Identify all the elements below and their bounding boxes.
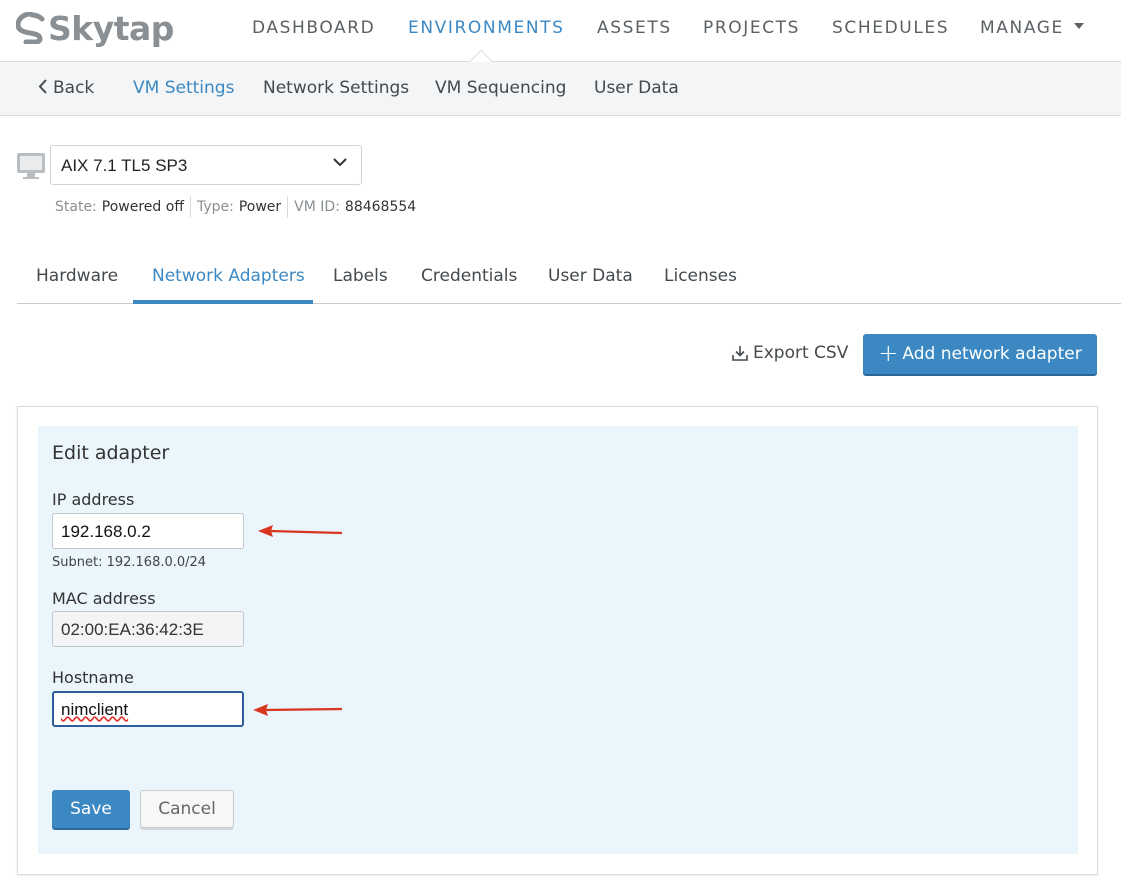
back-label: Back [53, 78, 95, 98]
meta-divider [287, 196, 289, 218]
export-csv-button[interactable]: Export CSV [731, 343, 848, 363]
mac-address-field: 02:00:EA:36:42:3E [52, 611, 244, 647]
sub-nav: Back VM Settings Network Settings VM Seq… [0, 62, 1121, 116]
meta-divider [189, 196, 191, 218]
add-network-adapter-button[interactable]: + Add network adapter [863, 334, 1097, 374]
subnav-user-data[interactable]: User Data [594, 78, 679, 98]
download-icon [732, 346, 748, 361]
brand-name: Skytap [48, 8, 174, 48]
mac-address-label: MAC address [52, 589, 156, 608]
vm-select-value: AIX 7.1 TL5 SP3 [61, 156, 188, 175]
hostname-input[interactable]: nimclient [52, 691, 244, 727]
tab-user-data[interactable]: User Data [548, 266, 633, 286]
nav-assets[interactable]: ASSETS [597, 18, 672, 38]
vm-id-label: VM ID: [294, 199, 340, 215]
tab-labels[interactable]: Labels [333, 266, 388, 286]
hostname-value: nimclient [61, 700, 129, 719]
adapter-card: Edit adapter IP address 192.168.0.2 Subn… [17, 406, 1098, 875]
tab-hardware[interactable]: Hardware [36, 266, 118, 286]
nav-manage[interactable]: MANAGE [980, 18, 1084, 38]
cancel-button[interactable]: Cancel [140, 790, 234, 828]
tab-credentials[interactable]: Credentials [421, 266, 517, 286]
vm-id-value: 88468554 [344, 199, 417, 215]
red-arrow-annotation [258, 525, 343, 537]
hostname-label: Hostname [52, 668, 134, 687]
edit-adapter-title: Edit adapter [52, 442, 170, 464]
subnav-vm-settings[interactable]: VM Settings [133, 78, 234, 98]
nav-manage-label: MANAGE [980, 18, 1064, 38]
state-label: State: [55, 199, 97, 215]
add-network-adapter-label: Add network adapter [902, 344, 1082, 364]
red-arrow-annotation [253, 704, 343, 716]
chevron-left-icon [38, 78, 47, 94]
settings-tabs: Hardware Network Adapters Labels Credent… [17, 258, 1121, 304]
vm-select-dropdown[interactable]: AIX 7.1 TL5 SP3 [50, 145, 362, 185]
state-value: Powered off [101, 199, 184, 215]
ip-address-label: IP address [52, 490, 135, 509]
vm-meta: State: Powered off Type: Power VM ID: 88… [55, 196, 416, 218]
nav-environments[interactable]: ENVIRONMENTS [408, 18, 565, 38]
type-value: Power [238, 199, 282, 215]
export-csv-label: Export CSV [753, 343, 849, 363]
nav-dashboard[interactable]: DASHBOARD [252, 18, 375, 38]
nav-projects[interactable]: PROJECTS [703, 18, 800, 38]
tab-licenses[interactable]: Licenses [664, 266, 737, 286]
top-nav: Skytap DASHBOARD ENVIRONMENTS ASSETS PRO… [0, 0, 1121, 62]
back-link[interactable]: Back [38, 78, 94, 98]
caret-down-icon [1073, 23, 1084, 29]
active-tab-indicator [133, 300, 313, 304]
plus-icon: + [878, 339, 899, 367]
monitor-icon [17, 153, 45, 179]
nav-schedules[interactable]: SCHEDULES [832, 18, 949, 38]
type-label: Type: [196, 199, 234, 215]
skytap-logo[interactable]: Skytap [16, 8, 174, 48]
tab-network-adapters[interactable]: Network Adapters [152, 266, 305, 286]
skytap-logo-icon [16, 12, 45, 44]
chevron-down-icon [333, 158, 347, 167]
save-button[interactable]: Save [52, 790, 130, 828]
subnav-network-settings[interactable]: Network Settings [263, 78, 409, 98]
subnet-hint: Subnet: 192.168.0.0/24 [52, 555, 207, 570]
subnav-vm-sequencing[interactable]: VM Sequencing [435, 78, 566, 98]
ip-address-input[interactable]: 192.168.0.2 [52, 513, 244, 549]
edit-adapter-panel: Edit adapter IP address 192.168.0.2 Subn… [38, 426, 1078, 854]
